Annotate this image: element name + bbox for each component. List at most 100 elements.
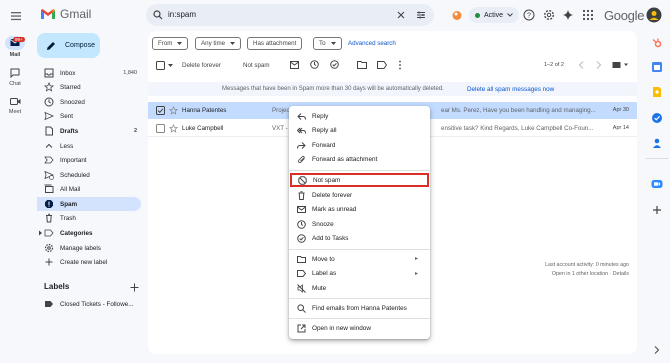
nav-label: Sent xyxy=(60,112,73,120)
sparkle-gemini-icon[interactable] xyxy=(562,9,574,21)
nav-drafts[interactable]: Drafts 2 xyxy=(37,124,141,138)
nav-manage-labels[interactable]: Manage labels xyxy=(37,241,141,255)
menu-item-mute[interactable]: Mute xyxy=(289,281,430,295)
star-icon[interactable] xyxy=(169,106,178,115)
nav-spam[interactable]: Spam xyxy=(37,197,141,211)
hubspot-addon-icon[interactable] xyxy=(651,37,663,49)
calendar-icon[interactable] xyxy=(651,61,663,73)
menu-item-reply[interactable]: Reply xyxy=(289,109,430,123)
all-mail-icon xyxy=(44,184,54,193)
zoom-addon-icon[interactable] xyxy=(651,178,663,190)
nav-less[interactable]: Less xyxy=(37,139,141,153)
label-as-icon[interactable] xyxy=(377,61,387,69)
mute-icon xyxy=(297,283,306,293)
density-toggle-icon[interactable] xyxy=(612,61,629,69)
clock-icon xyxy=(44,97,54,107)
filter-to-label: To xyxy=(319,40,326,47)
menu-item-label: Snooze xyxy=(312,220,334,228)
select-dropdown-icon[interactable] xyxy=(168,64,173,67)
settings-gear-icon[interactable] xyxy=(543,9,555,21)
menu-item-move-to[interactable]: Move to ▸ xyxy=(289,252,430,266)
contacts-icon[interactable] xyxy=(651,137,663,149)
rail-chat[interactable]: Chat xyxy=(0,68,30,87)
not-spam-button[interactable]: Not spam xyxy=(243,62,269,69)
get-addons-plus-icon[interactable] xyxy=(651,204,663,216)
menu-item-add-to-tasks[interactable]: Add to Tasks xyxy=(289,232,430,246)
other-locations-link[interactable]: Open in 1 other location · Details xyxy=(552,271,629,277)
search-icon[interactable] xyxy=(153,10,163,20)
filter-to[interactable]: To xyxy=(313,37,342,50)
next-page-icon[interactable] xyxy=(596,61,602,69)
label-item[interactable]: Closed Tickets - Followe... xyxy=(37,297,141,311)
nav-sent[interactable]: Sent xyxy=(37,109,141,123)
row-checkbox-checked-icon[interactable] xyxy=(156,106,165,115)
delete-all-spam-link[interactable]: Delete all spam messages now xyxy=(467,86,554,93)
nav-create-label[interactable]: Create new label xyxy=(37,255,141,269)
expand-side-panel-icon[interactable] xyxy=(654,346,660,354)
nav-all-mail[interactable]: All Mail xyxy=(37,182,141,196)
prev-page-icon[interactable] xyxy=(578,61,584,69)
rail-meet[interactable]: Meet xyxy=(0,97,30,115)
status-dropdown[interactable]: Active xyxy=(469,7,520,23)
menu-item-label: Add to Tasks xyxy=(312,235,349,242)
clear-search-icon[interactable] xyxy=(397,11,405,19)
menu-item-open-new-window[interactable]: Open in new window xyxy=(289,321,430,335)
keep-icon[interactable] xyxy=(651,86,663,98)
menu-item-forward-as-attachment[interactable]: Forward as attachment xyxy=(289,153,430,167)
row-checkbox-icon[interactable] xyxy=(156,124,165,133)
nav-scheduled[interactable]: Scheduled xyxy=(37,168,141,182)
nav-inbox[interactable]: Inbox 1,840 xyxy=(37,66,141,80)
help-icon[interactable]: ? xyxy=(523,9,535,21)
nav-label: Scheduled xyxy=(60,171,90,179)
menu-item-find-emails[interactable]: Find emails from Hanna Patentes xyxy=(289,301,430,315)
gmail-logo[interactable]: Gmail xyxy=(40,7,91,21)
gemini-extension-icon[interactable] xyxy=(451,9,463,21)
search-bar[interactable] xyxy=(146,4,434,26)
menu-separator xyxy=(289,298,430,299)
filter-anytime[interactable]: Any time xyxy=(195,37,242,50)
compose-button[interactable]: Compose xyxy=(37,33,100,58)
menu-item-forward[interactable]: Forward xyxy=(289,138,430,152)
google-account-logo[interactable]: Google xyxy=(604,8,644,23)
nav-starred[interactable]: Starred xyxy=(37,80,141,94)
filter-has-attachment[interactable]: Has attachment xyxy=(247,37,303,50)
avatar[interactable] xyxy=(646,7,662,23)
menu-item-label: Mute xyxy=(312,284,327,292)
add-task-icon[interactable] xyxy=(330,60,339,69)
advanced-search-link[interactable]: Advanced search xyxy=(348,40,396,47)
snooze-clock-icon[interactable] xyxy=(310,60,319,69)
menu-item-not-spam[interactable]: Not spam xyxy=(290,173,429,187)
pagination-range: 1–2 of 2 xyxy=(544,62,564,68)
filter-from[interactable]: From xyxy=(152,37,189,50)
select-all-checkbox[interactable] xyxy=(156,61,165,70)
tasks-icon[interactable] xyxy=(651,112,663,124)
star-icon[interactable] xyxy=(169,124,178,133)
delete-forever-button[interactable]: Delete forever xyxy=(182,62,221,69)
more-options-icon[interactable] xyxy=(398,60,402,70)
chevron-down-icon xyxy=(230,42,236,45)
nav-categories[interactable]: Categories xyxy=(37,226,141,240)
menu-item-delete-forever[interactable]: Delete forever xyxy=(289,188,430,202)
move-to-folder-icon[interactable] xyxy=(357,61,367,69)
nav-snoozed[interactable]: Snoozed xyxy=(37,95,141,109)
main-menu-button[interactable] xyxy=(8,8,24,24)
nav-trash[interactable]: Trash xyxy=(37,211,141,225)
menu-item-mark-unread[interactable]: Mark as unread xyxy=(289,203,430,217)
nav-label: Create new label xyxy=(60,258,108,266)
add-label-icon[interactable] xyxy=(130,283,139,292)
spam-notice: Messages that have been in Spam more tha… xyxy=(148,82,637,96)
nav-important[interactable]: Important xyxy=(37,153,141,167)
plus-icon xyxy=(45,258,53,266)
menu-item-snooze[interactable]: Snooze xyxy=(289,217,430,231)
menu-item-reply-all[interactable]: Reply all xyxy=(289,124,430,138)
status-active-dot-icon xyxy=(475,12,480,18)
menu-item-label-as[interactable]: Label as ▸ xyxy=(289,267,430,281)
mark-unread-icon[interactable] xyxy=(290,61,299,69)
menu-item-label: Forward xyxy=(312,141,336,149)
reply-all-icon xyxy=(297,127,306,134)
search-options-icon[interactable] xyxy=(416,10,426,20)
nav-label: Categories xyxy=(60,229,93,237)
apps-grid-icon[interactable] xyxy=(582,9,594,21)
search-input[interactable] xyxy=(168,10,368,19)
inbox-icon xyxy=(44,68,54,78)
